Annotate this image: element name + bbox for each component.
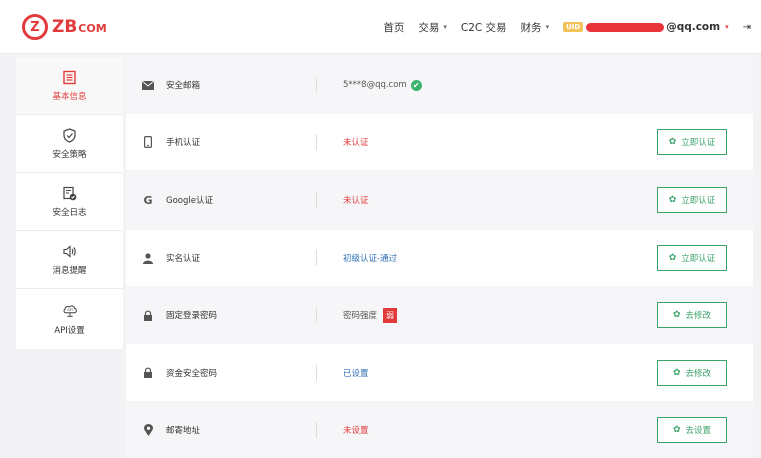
gear-icon: ✿ [668,195,677,205]
row-value: 已设置 [343,368,369,379]
row-value: 未认证 [343,138,369,148]
verify-google-button[interactable]: ✿ 立即认证 [657,187,727,213]
nav-c2c[interactable]: C2C 交易 [461,20,507,35]
nav-home[interactable]: 首页 [383,20,404,35]
row-value: 5***8@qq.com ✔ [343,79,422,91]
change-fund-password-button[interactable]: ✿ 去修改 [657,359,727,386]
verified-check-icon: ✔ [410,79,422,91]
row-label: 手机认证 [166,138,201,148]
row-mailing-address: 邮寄地址 未设置 ✿ 去设置 [126,402,753,458]
divider [316,364,317,381]
gear-icon: ✿ [672,367,681,378]
change-login-password-button[interactable]: ✿ 去修改 [657,302,727,328]
location-pin-icon [142,424,154,436]
logo-text: ZBCOM [52,17,107,37]
gear-icon: ✿ [672,425,681,435]
row-label: 邮寄地址 [166,426,201,436]
row-label: 资金安全密码 [166,368,218,379]
gear-icon: ✿ [668,137,677,147]
verify-identity-button[interactable]: ✿ 立即认证 [657,245,727,271]
row-phone-auth: 手机认证 未认证 ✿ 立即认证 [126,114,753,170]
sidebar-item-label: 基本信息 [52,92,87,102]
row-value: 未认证 [343,196,369,206]
divider [316,77,317,93]
document-list-icon [62,69,78,85]
sidebar-item-security-policy[interactable]: 安全策略 [16,115,123,173]
google-icon: G [143,193,153,207]
row-value: 密码强度弱 [343,307,398,323]
row-label: 固定登录密码 [166,311,218,321]
verify-phone-button[interactable]: ✿ 立即认证 [657,129,727,155]
row-login-password: 固定登录密码 密码强度弱 ✿ 去修改 [126,287,753,343]
sidebar-item-label: 安全日志 [52,208,87,218]
uid-badge: UID [563,22,584,32]
svg-text:API: API [67,308,72,312]
logout-icon[interactable]: ⇥ [743,22,751,33]
row-identity-auth: 实名认证 初级认证-通过 ✿ 立即认证 [126,230,753,286]
zb-logo[interactable]: Z ZBCOM [22,14,107,40]
logo-mark-icon: Z [22,14,48,40]
row-label: 安全邮箱 [166,81,201,91]
sidebar-item-label: 消息提醒 [52,266,87,276]
envelope-icon [142,79,154,91]
sidebar-item-basic-info[interactable]: 基本信息 [16,57,123,115]
sidebar-item-security-log[interactable]: 安全日志 [16,173,123,231]
lock-icon [142,367,154,379]
nav-finance[interactable]: 财务 ▾ [521,20,550,35]
sidebar-item-label: 安全策略 [52,150,87,160]
sidebar: 基本信息 安全策略 安全日志 消息提醒 API API设置 [16,57,123,458]
nav-trade[interactable]: 交易 ▾ [418,20,447,35]
lock-icon [142,309,154,321]
speaker-icon [62,243,78,259]
log-check-icon [62,185,78,201]
divider [316,307,317,323]
sidebar-item-label: API设置 [54,325,85,336]
row-value: 初级认证-通过 [343,254,398,264]
user-icon [142,252,154,264]
row-label: 实名认证 [166,254,201,264]
main-nav: 首页 交易 ▾ C2C 交易 财务 ▾ UID @qq.com ▾ ⇥ [383,0,761,54]
set-address-button[interactable]: ✿ 去设置 [657,417,727,443]
row-google-auth: G Google认证 未认证 ✿ 立即认证 [126,171,753,229]
api-cloud-icon: API [62,303,78,319]
chevron-down-icon: ▾ [725,23,729,31]
sidebar-item-api-settings[interactable]: API API设置 [16,289,123,349]
divider [316,134,317,150]
redacted-account [586,22,665,32]
gear-icon: ✿ [668,253,677,263]
divider [316,192,317,208]
row-fund-password: 资金安全密码 已设置 ✿ 去修改 [126,344,753,401]
divider [316,422,317,438]
gear-icon: ✿ [672,310,681,320]
account-menu[interactable]: UID @qq.com ▾ [563,21,729,33]
sidebar-item-notifications[interactable]: 消息提醒 [16,231,123,289]
chevron-down-icon: ▾ [545,23,550,31]
strength-weak-badge: 弱 [383,307,398,323]
row-label: Google认证 [166,196,213,206]
top-bar: Z ZBCOM 首页 交易 ▾ C2C 交易 财务 ▾ UID @qq.com ▾ … [0,0,761,54]
chevron-down-icon: ▾ [443,23,447,31]
account-email: @qq.com [666,21,721,33]
shield-check-icon [62,127,78,143]
row-security-email: 安全邮箱 5***8@qq.com ✔ [126,57,753,113]
divider [316,250,317,266]
settings-list: 安全邮箱 5***8@qq.com ✔ 手机认证 未认证 ✿ 立即认证 G Goog… [126,57,753,458]
phone-icon [142,136,154,148]
row-value: 未设置 [343,426,369,436]
